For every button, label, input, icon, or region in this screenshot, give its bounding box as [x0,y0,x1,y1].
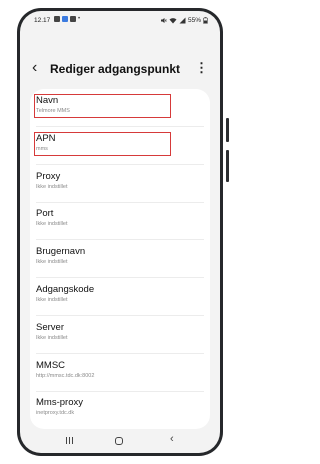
volume-button [226,118,229,142]
setting-value: Ikke indstillet [36,184,68,190]
highlight-box [34,94,171,118]
more-options-icon[interactable]: ⋮ [195,61,208,74]
message-notification-icon [54,16,60,22]
setting-value: Ikke indstillet [36,259,68,265]
battery-percentage: 55% [187,17,201,24]
navigation-bar: ‹ [20,433,220,453]
setting-value: Ikke indstillet [36,221,68,227]
status-bar: 12.17 • 55% [20,11,220,29]
mute-icon [160,18,167,23]
setting-label: Adgangskode [36,284,95,295]
nav-back-icon[interactable]: ‹ [170,433,174,445]
setting-item-adgangskode[interactable]: Adgangskode Ikke indstillet [30,278,210,316]
settings-card: Navn Telmore MMS APN mms Proxy Ikke indstille… [30,89,210,429]
setting-item-brugernavn[interactable]: Brugernavn Ikke indstillet [30,240,210,278]
setting-item-proxy[interactable]: Proxy Ikke indstillet [30,165,210,203]
highlight-box [34,132,171,156]
setting-label: MMSC [36,360,66,371]
home-icon[interactable] [115,437,123,445]
setting-item-apn[interactable]: APN mms [30,127,210,165]
setting-item-mms-proxy[interactable]: Mms-proxy inetproxy.tdc.dk [30,391,210,429]
gallery-notification-icon [70,16,76,22]
setting-item-mmsc[interactable]: MMSC http://mmsc.tdc.dk:8002 [30,354,210,392]
screen: 12.17 • 55% ‹ Rediger adgangspunkt ⋮ Nav… [20,11,220,453]
page-title: Rediger adgangspunkt [50,62,181,76]
power-button [226,150,229,182]
phone-frame: 12.17 • 55% ‹ Rediger adgangspunkt ⋮ Nav… [17,8,223,456]
setting-item-port[interactable]: Port Ikke indstillet [30,202,210,240]
setting-item-server[interactable]: Server Ikke indstillet [30,316,210,354]
signal-icon [179,17,186,24]
status-time: 12.17 [34,17,51,24]
setting-label: Brugernavn [36,246,86,257]
setting-value: Ikke indstillet [36,297,68,303]
battery-icon [203,17,208,24]
status-right: 55% [160,17,208,24]
recent-apps-icon[interactable] [66,437,73,444]
notification-icons: • [54,16,80,22]
setting-value: Ikke indstillet [36,335,68,341]
setting-label: Port [36,208,54,219]
setting-label: Server [36,322,64,333]
setting-value: inetproxy.tdc.dk [36,410,75,416]
app-bar: ‹ Rediger adgangspunkt ⋮ [20,57,220,81]
setting-label: Proxy [36,171,61,182]
setting-item-navn[interactable]: Navn Telmore MMS [30,89,210,127]
wifi-icon [169,18,177,24]
setting-label: Mms-proxy [36,397,83,408]
setting-value: http://mmsc.tdc.dk:8002 [36,373,95,379]
app-notification-icon [62,16,68,22]
back-button[interactable]: ‹ [32,60,37,76]
more-notifications-icon: • [78,16,81,22]
